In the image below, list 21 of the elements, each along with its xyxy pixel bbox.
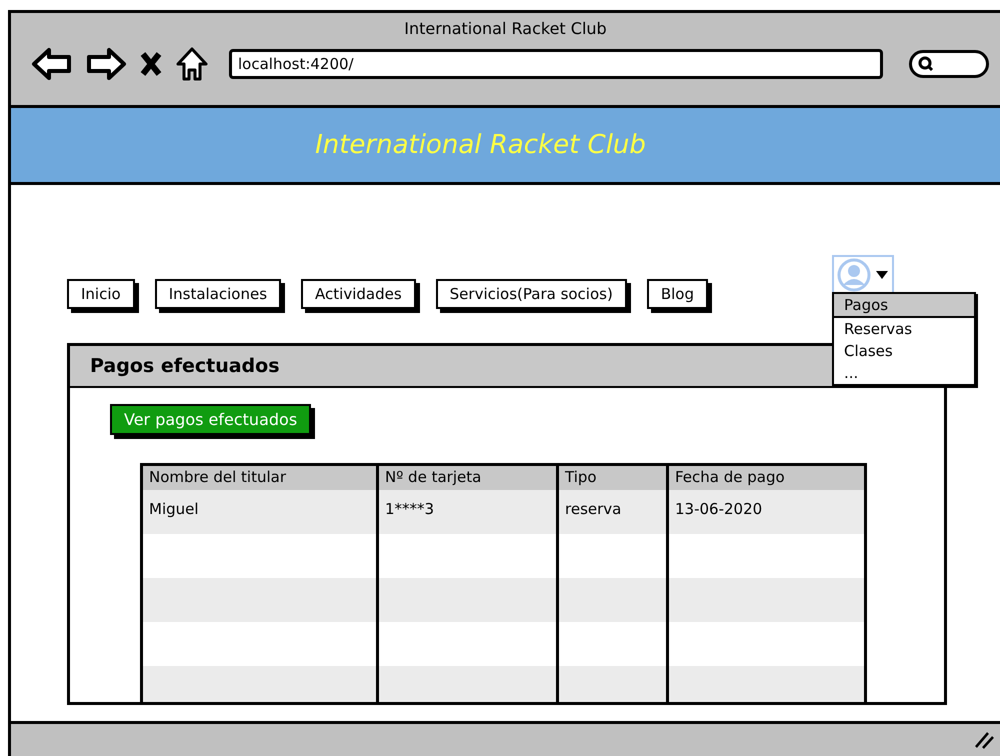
back-icon[interactable] — [31, 47, 73, 81]
home-icon[interactable] — [175, 46, 209, 82]
forward-icon[interactable] — [85, 47, 127, 81]
search-field[interactable] — [909, 50, 989, 78]
menu-item[interactable]: Clases — [834, 340, 974, 362]
menu-item[interactable]: Pagos — [834, 294, 974, 318]
resize-grip-icon — [974, 731, 994, 749]
table-cell: 1****3 — [379, 490, 559, 534]
caret-icon — [876, 271, 888, 279]
panel-title: Pagos efectuados — [90, 355, 280, 377]
table-cell: Miguel — [143, 490, 379, 534]
close-icon[interactable] — [139, 51, 163, 77]
site-title: International Racket Club — [315, 130, 646, 160]
window-title: International Racket Club — [403, 19, 608, 38]
search-icon — [918, 56, 934, 72]
table-cell-text: 13-06-2020 — [674, 499, 764, 520]
address-field[interactable]: localhost:4200/ — [229, 49, 883, 79]
table-cell: reserva — [559, 490, 669, 534]
menu-item[interactable]: Reservas — [834, 318, 974, 340]
menu-item[interactable]: ... — [834, 362, 974, 384]
column-header: Fecha de pago — [674, 467, 786, 488]
